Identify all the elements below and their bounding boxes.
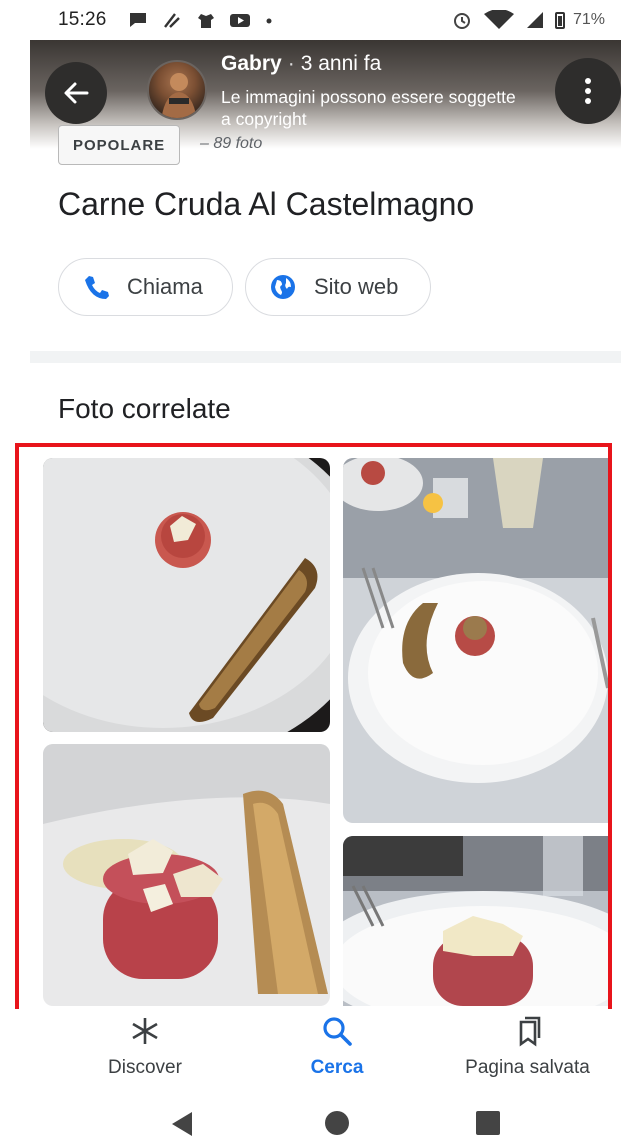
website-button[interactable]: Sito web (245, 258, 431, 316)
system-recents-icon[interactable] (476, 1111, 500, 1135)
photo-1-image (43, 458, 330, 732)
nav-saved-label: Pagina salvata (465, 1057, 590, 1078)
time-ago: 3 anni fa (300, 52, 382, 75)
photo-3-image (43, 744, 330, 1006)
bookmark-icon (519, 1016, 540, 1047)
author-name[interactable]: Gabry (221, 52, 282, 75)
nav-discover-label: Discover (108, 1057, 182, 1078)
phone-icon (85, 276, 109, 299)
battery-icon (554, 11, 565, 29)
section-divider (30, 351, 621, 363)
alarm-icon (453, 13, 470, 29)
photo-4-image (343, 836, 608, 1006)
system-navigation-bar (0, 1091, 621, 1142)
nav-discover[interactable]: Discover (100, 1015, 190, 1079)
signal-icon (526, 12, 543, 28)
related-photo-3[interactable] (43, 744, 330, 1006)
nav-search[interactable]: Cerca (300, 1015, 374, 1079)
status-time: 15:26 (58, 9, 107, 30)
more-options-button[interactable] (555, 58, 621, 124)
battery-percent: 71% (572, 11, 605, 28)
more-vert-icon (585, 78, 591, 104)
author-line: Gabry · 3 anni fa (221, 52, 381, 76)
globe-icon (271, 275, 295, 299)
page-title: Carne Cruda Al Castelmagno (58, 186, 475, 222)
back-button[interactable] (45, 62, 107, 124)
arrow-left-icon (64, 82, 89, 104)
fitness-icon (163, 13, 180, 28)
related-photos-title: Foto correlate (58, 393, 231, 424)
photo-2-image (343, 458, 608, 823)
popular-badge: POPOLARE (58, 125, 181, 165)
youtube-icon (229, 14, 250, 27)
related-photo-1[interactable] (43, 458, 330, 732)
photo-count: – 89 foto (200, 135, 263, 152)
wifi-icon (483, 10, 514, 29)
related-photo-4[interactable] (343, 836, 608, 1006)
bottom-navigation: Discover Cerca Pagina salvata (0, 1009, 621, 1091)
asterisk-icon (132, 1018, 158, 1044)
call-label: Chiama (127, 274, 203, 299)
author-separator: · (287, 52, 295, 75)
status-bar: 15:26 71% (0, 0, 621, 40)
dot-icon (266, 18, 272, 24)
author-avatar[interactable] (147, 60, 207, 120)
call-button[interactable]: Chiama (58, 258, 233, 316)
copyright-notice: Le immagini possono essere soggette a co… (221, 87, 516, 129)
search-icon (323, 1017, 352, 1046)
system-back-icon[interactable] (170, 1111, 194, 1137)
nav-search-label: Cerca (310, 1057, 364, 1078)
website-label: Sito web (314, 274, 399, 299)
chat-bubble-icon (129, 13, 146, 27)
shirt-icon (197, 14, 214, 28)
related-photo-2[interactable] (343, 458, 608, 823)
nav-saved-page[interactable]: Pagina salvata (455, 1015, 600, 1079)
system-home-icon[interactable] (324, 1110, 350, 1136)
